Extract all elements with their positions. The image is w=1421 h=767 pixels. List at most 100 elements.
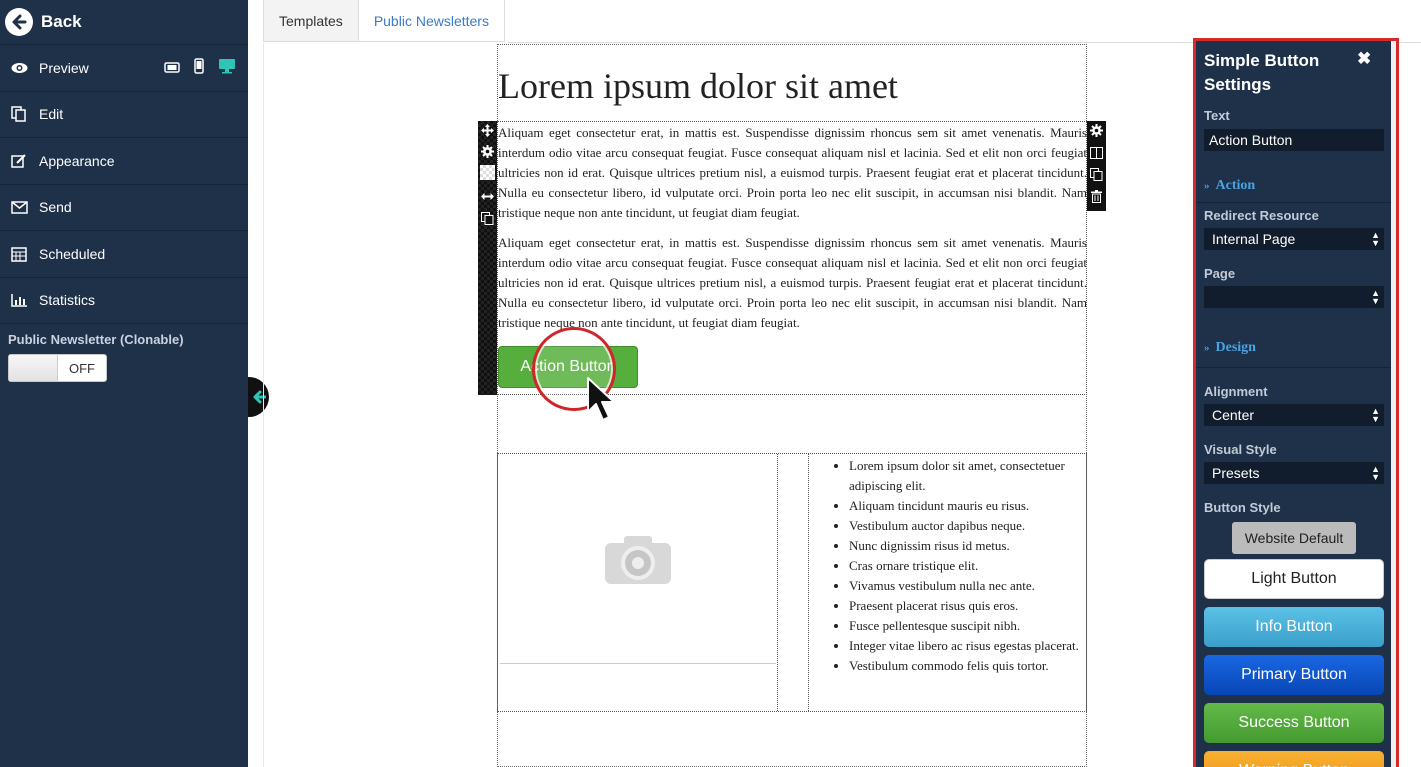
sidebar-item-appearance[interactable]: Appearance xyxy=(0,138,248,185)
sidebar-item-label: Statistics xyxy=(39,292,96,309)
list-item: Vestibulum commodo felis quis tortor. xyxy=(849,656,1087,676)
divider xyxy=(1196,202,1391,203)
visual-style-select[interactable]: Presets ▲ ▼ xyxy=(1204,462,1384,484)
redirect-value: Internal Page xyxy=(1212,231,1296,247)
list-item: Praesent placerat risus quis eros. xyxy=(849,596,1087,616)
sort-icon: ▲ ▼ xyxy=(1371,464,1380,482)
preset-website-default-button[interactable]: Website Default xyxy=(1232,522,1356,554)
scrollbar[interactable] xyxy=(1391,41,1396,767)
resize-horizontal-icon[interactable] xyxy=(480,189,495,204)
design-section-toggle[interactable]: » Design xyxy=(1204,340,1256,356)
redirect-label: Redirect Resource xyxy=(1204,208,1319,223)
list-item: Aliquam tincidunt mauris eu risus. xyxy=(849,496,1087,516)
bullet-list: Lorem ipsum dolor sit amet, consectetuer… xyxy=(809,456,1087,676)
block-toolbar-left xyxy=(478,121,497,395)
button-style-label: Button Style xyxy=(1204,500,1281,515)
list-item: Cras ornare tristique elit. xyxy=(849,556,1087,576)
sidebar-item-edit[interactable]: Edit xyxy=(0,92,248,138)
back-button[interactable]: Back xyxy=(0,0,248,45)
design-section-label: Design xyxy=(1215,340,1256,355)
move-icon[interactable] xyxy=(480,123,495,138)
sidebar-item-label: Appearance xyxy=(39,152,115,169)
tab-bar: Templates Public Newsletters xyxy=(263,0,505,42)
eye-icon xyxy=(11,62,33,74)
sort-icon: ▲ ▼ xyxy=(1371,288,1380,306)
page-label: Page xyxy=(1204,266,1236,281)
button-text-input[interactable]: Action Button xyxy=(1204,129,1384,151)
divider xyxy=(1196,367,1391,368)
mobile-icon[interactable] xyxy=(194,58,204,77)
two-column-block[interactable]: Lorem ipsum dolor sit amet, consectetuer… xyxy=(497,453,1087,712)
preset-primary-button[interactable]: Primary Button xyxy=(1204,655,1384,695)
duplicate-icon[interactable] xyxy=(1089,167,1104,182)
list-item: Lorem ipsum dolor sit amet, consectetuer… xyxy=(849,456,1087,496)
button-settings-panel: Simple Button Settings ✖ Text Action But… xyxy=(1193,38,1399,767)
list-item: Vivamus vestibulum nulla nec ante. xyxy=(849,576,1087,596)
redirect-resource-select[interactable]: Internal Page ▲ ▼ xyxy=(1204,228,1384,250)
public-toggle[interactable]: OFF xyxy=(8,354,107,382)
divider xyxy=(263,43,264,767)
collapse-sidebar-button[interactable] xyxy=(248,377,269,417)
text-label: Text xyxy=(1204,108,1230,123)
empty-block[interactable] xyxy=(497,712,1087,767)
duplicate-icon[interactable] xyxy=(480,211,495,226)
preset-light-button[interactable]: Light Button xyxy=(1204,559,1384,599)
list-item: Vestibulum auctor dapibus neque. xyxy=(849,516,1087,536)
spacer-column xyxy=(778,454,809,711)
calendar-icon xyxy=(11,246,33,262)
preset-success-button[interactable]: Success Button xyxy=(1204,703,1384,743)
pencil-square-icon xyxy=(11,153,33,169)
spacer-block[interactable] xyxy=(497,395,1087,454)
list-item: Nunc dignissim risus id metus. xyxy=(849,536,1087,556)
tab-templates[interactable]: Templates xyxy=(263,0,359,42)
copy-icon xyxy=(11,106,33,122)
toggle-state: OFF xyxy=(69,360,95,376)
gear-icon[interactable] xyxy=(1089,123,1104,138)
list-column[interactable]: Lorem ipsum dolor sit amet, consectetuer… xyxy=(809,454,1087,676)
alignment-label: Alignment xyxy=(1204,384,1268,399)
trash-icon[interactable] xyxy=(1089,189,1104,204)
chevron-double-down-icon: » xyxy=(1204,342,1210,354)
newsletter-title[interactable]: Lorem ipsum dolor sit amet xyxy=(498,65,898,107)
sidebar-item-statistics[interactable]: Statistics xyxy=(0,278,248,324)
bar-chart-icon xyxy=(11,293,33,307)
sidebar-item-scheduled[interactable]: Scheduled xyxy=(0,231,248,278)
tab-public-newsletters[interactable]: Public Newsletters xyxy=(358,0,505,42)
toggle-knob xyxy=(9,355,58,381)
columns-icon[interactable] xyxy=(1089,145,1104,160)
preset-warning-button[interactable]: Warning Button xyxy=(1204,751,1384,767)
alignment-value: Center xyxy=(1212,407,1255,423)
transparency-icon[interactable] xyxy=(480,165,495,180)
page-select[interactable]: ▲ ▼ xyxy=(1204,286,1384,308)
public-newsletter-section: Public Newsletter (Clonable) OFF xyxy=(0,324,248,390)
image-placeholder[interactable] xyxy=(500,456,776,664)
preset-info-button[interactable]: Info Button xyxy=(1204,607,1384,647)
sidebar: Back Preview Edit Appearance Send Schedu… xyxy=(0,0,248,767)
sidebar-item-label: Scheduled xyxy=(39,245,106,262)
image-column[interactable] xyxy=(498,454,778,711)
sidebar-item-label: Preview xyxy=(39,59,89,76)
gear-icon[interactable] xyxy=(480,144,495,159)
sidebar-item-preview[interactable]: Preview xyxy=(0,45,248,92)
sidebar-item-label: Edit xyxy=(39,106,64,123)
visual-style-label: Visual Style xyxy=(1204,442,1277,457)
action-section-label: Action xyxy=(1215,178,1256,193)
chevron-double-down-icon: » xyxy=(1204,180,1210,192)
alignment-select[interactable]: Center ▲ ▼ xyxy=(1204,404,1384,426)
close-icon[interactable]: ✖ xyxy=(1357,49,1371,69)
back-label: Back xyxy=(41,12,82,31)
desktop-icon[interactable] xyxy=(218,58,236,77)
list-item: Integer vitae libero ac risus egestas pl… xyxy=(849,636,1087,656)
sidebar-item-send[interactable]: Send xyxy=(0,185,248,231)
block-toolbar-right xyxy=(1087,121,1106,211)
arrow-left-circle-icon xyxy=(5,8,33,36)
envelope-icon xyxy=(11,201,33,214)
camera-icon xyxy=(605,535,671,584)
settings-title: Simple Button Settings xyxy=(1204,51,1320,94)
action-section-toggle[interactable]: » Action xyxy=(1204,178,1255,194)
device-switcher xyxy=(164,58,248,77)
visual-style-value: Presets xyxy=(1212,465,1260,481)
public-newsletter-title: Public Newsletter (Clonable) xyxy=(8,332,184,347)
sort-icon: ▲ ▼ xyxy=(1371,406,1380,424)
tablet-landscape-icon[interactable] xyxy=(164,60,180,76)
